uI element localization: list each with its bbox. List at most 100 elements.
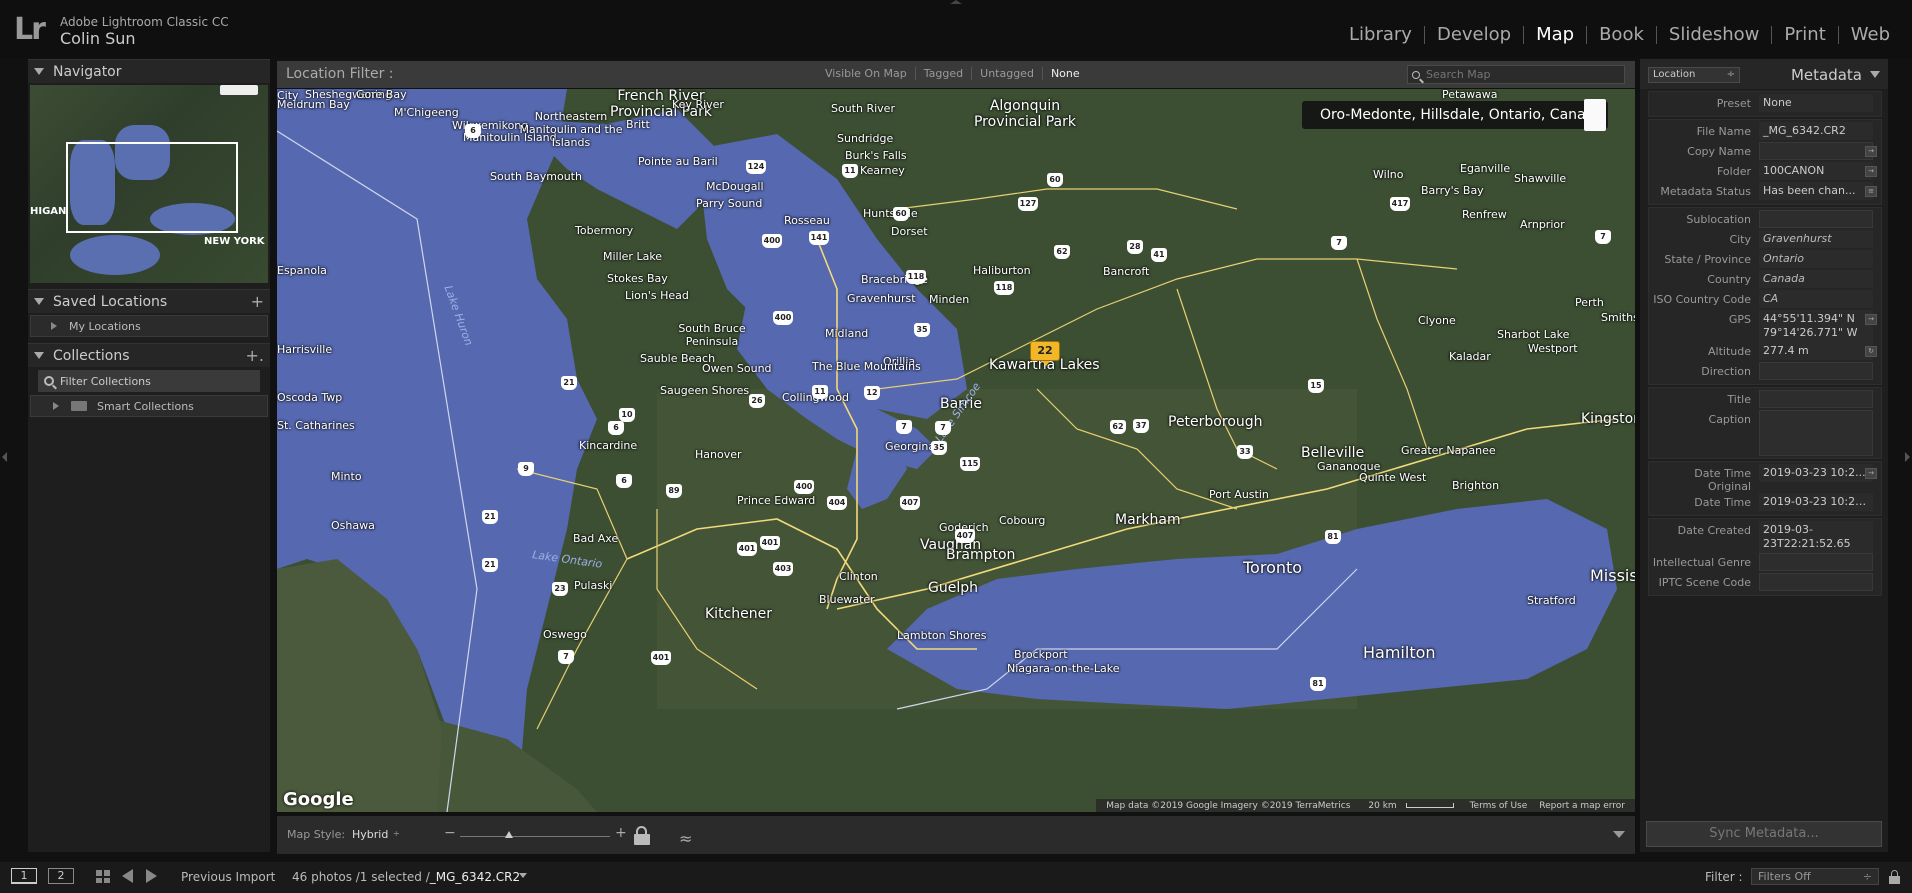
photo-cluster-marker[interactable]: 22 [1030, 341, 1060, 366]
metadata-action-icon[interactable]: ≡ [1865, 186, 1877, 197]
map-scale-label: 20 km [1368, 800, 1397, 811]
map-style-chevron-icon[interactable]: ÷ [393, 829, 400, 838]
filter-option-visible-on-map[interactable]: Visible On Map [817, 67, 915, 80]
report-map-error-link[interactable]: Report a map error [1533, 801, 1631, 811]
forward-arrow-icon[interactable] [146, 869, 157, 883]
road-shield: 400 [773, 311, 793, 325]
road-shield: 127 [1018, 197, 1038, 211]
fullscreen-toggle-icon[interactable] [1584, 99, 1606, 131]
metadata-action-icon[interactable]: → [1865, 314, 1877, 325]
metadata-value-field[interactable] [1759, 362, 1873, 380]
terms-of-use-link[interactable]: Terms of Use [1464, 801, 1534, 811]
metadata-value-field[interactable]: Ontario [1759, 250, 1873, 268]
module-print[interactable]: Print [1772, 24, 1837, 45]
navigator-preview[interactable]: HIGAN NEW YORK [30, 85, 268, 283]
filter-option-tagged[interactable]: Tagged [916, 67, 971, 80]
metadata-row-preset: Preset None [1649, 94, 1881, 114]
zoom-in-icon[interactable]: + [615, 825, 627, 841]
lock-markers-icon[interactable] [634, 826, 654, 845]
collapse-triangle-icon[interactable] [1870, 71, 1880, 78]
secondary-window-button[interactable]: 2 [48, 868, 74, 884]
metadata-value-field[interactable]: Gravenhurst [1759, 230, 1873, 248]
metadata-value-field[interactable] [1759, 410, 1873, 456]
search-map-input[interactable] [1426, 68, 1616, 81]
top-panel-toggle-icon[interactable] [950, 0, 962, 4]
map-view[interactable]: Sheshegwaning Gore Bay Meldrum Bay M'Chigee… [277, 89, 1635, 812]
location-filter-bar: Location Filter : Visible On Map Tagged Un… [277, 61, 1635, 88]
filmstrip-source[interactable]: Previous Import [181, 870, 275, 884]
module-map[interactable]: Map [1524, 24, 1586, 45]
photo-menu-chevron-icon[interactable] [519, 873, 527, 878]
map-label: Bancroft [1103, 265, 1150, 278]
filter-collections-input[interactable]: Filter Collections [38, 370, 260, 392]
road-shield: 118 [994, 281, 1014, 295]
road-shield: 89 [666, 484, 682, 498]
metadata-value-field[interactable] [1759, 142, 1873, 160]
filter-option-untagged[interactable]: Untagged [972, 67, 1042, 80]
metadata-label: Date Created [1677, 524, 1751, 537]
metadata-row-direction: Direction [1649, 362, 1881, 382]
metadata-value-field[interactable]: _MG_6342.CR2 [1759, 122, 1873, 140]
sync-metadata-button[interactable]: Sync Metadata... [1646, 821, 1882, 847]
metadata-value-field[interactable] [1759, 573, 1873, 591]
metadata-value-field[interactable]: 2019-03-23T22:21:52.65 [1759, 521, 1873, 553]
metadata-value-field[interactable] [1759, 553, 1873, 571]
filter-option-none[interactable]: None [1043, 67, 1088, 80]
toolbar-chevron-down-icon[interactable] [1613, 831, 1625, 838]
add-collection-icon[interactable]: +. [246, 346, 265, 365]
metadata-action-icon[interactable]: ↻ [1865, 346, 1877, 357]
search-map-field[interactable] [1407, 65, 1625, 84]
expand-triangle-icon[interactable] [51, 322, 57, 330]
module-web[interactable]: Web [1839, 24, 1902, 45]
metadata-preset-select[interactable]: Location [1648, 67, 1740, 83]
collection-item-smart-collections[interactable]: Smart Collections [30, 395, 268, 417]
metadata-action-icon[interactable]: → [1865, 146, 1877, 157]
saved-location-item[interactable]: My Locations [30, 315, 268, 337]
metadata-value-field[interactable]: 44°55'11.394" N 79°14'26.771" W [1759, 310, 1873, 342]
collections-header[interactable]: Collections +. [28, 343, 270, 367]
filter-lock-icon[interactable] [1889, 870, 1900, 884]
preset-select[interactable]: None [1759, 94, 1873, 112]
zoom-slider-thumb[interactable] [505, 831, 513, 838]
metadata-value-field[interactable]: Has been chan... [1759, 182, 1873, 200]
map-label: Minden [929, 293, 970, 306]
expand-triangle-icon[interactable] [53, 402, 59, 410]
left-panel-toggle-icon[interactable] [2, 452, 7, 462]
map-label: Smiths [1601, 311, 1635, 324]
tracklog-icon[interactable]: ≈ [679, 829, 692, 848]
grid-view-icon[interactable] [96, 870, 110, 883]
metadata-action-icon[interactable]: → [1865, 468, 1877, 479]
module-library[interactable]: Library [1337, 24, 1424, 45]
filter-select[interactable]: Filters Off [1751, 868, 1879, 885]
metadata-value-field[interactable]: Canada [1759, 270, 1873, 288]
metadata-value-field[interactable]: 277.4 m [1759, 342, 1873, 360]
metadata-value-field[interactable]: 100CANON [1759, 162, 1873, 180]
navigator-header[interactable]: Navigator [28, 59, 270, 83]
add-location-icon[interactable]: + [251, 292, 264, 311]
right-panel-toggle-icon[interactable] [1905, 452, 1910, 462]
metadata-row-folder: Folder 100CANON → [1649, 162, 1881, 182]
navigator-viewport-box[interactable] [66, 142, 238, 233]
back-arrow-icon[interactable] [122, 869, 133, 883]
module-develop[interactable]: Develop [1425, 24, 1523, 45]
metadata-value-field[interactable] [1759, 390, 1873, 408]
zoom-slider[interactable] [460, 836, 610, 837]
module-book[interactable]: Book [1587, 24, 1656, 45]
module-slideshow[interactable]: Slideshow [1657, 24, 1771, 45]
top-bar: Lr Adobe Lightroom Classic CC Colin Sun … [0, 0, 1912, 58]
map-style-select[interactable]: Hybrid [352, 828, 388, 841]
zoom-out-icon[interactable]: − [444, 825, 456, 841]
metadata-value-field[interactable] [1759, 210, 1873, 228]
module-picker: Library Develop Map Book Slideshow Print Web [1337, 24, 1902, 45]
metadata-value-field[interactable]: 2019-03-23 10:2... [1759, 464, 1873, 482]
metadata-label: Caption [1708, 413, 1751, 426]
primary-window-button[interactable]: 1 [11, 868, 37, 884]
metadata-value-field[interactable]: 2019-03-23 10:21:52... [1759, 493, 1873, 511]
metadata-value-field[interactable]: CA [1759, 290, 1873, 308]
metadata-action-icon[interactable]: → [1865, 166, 1877, 177]
saved-locations-header[interactable]: Saved Locations + [28, 289, 270, 313]
road-shield: 118 [906, 270, 926, 284]
metadata-title[interactable]: Metadata [1791, 66, 1862, 84]
selected-photo-name[interactable]: _MG_6342.CR2 [430, 870, 520, 884]
map-label: Wilno [1373, 168, 1404, 181]
